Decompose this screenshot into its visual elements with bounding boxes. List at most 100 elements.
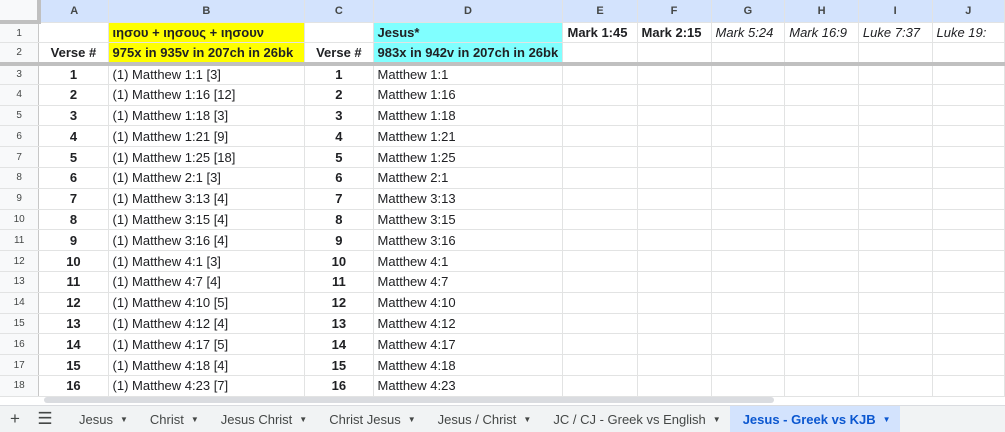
cell-f2[interactable] — [637, 42, 712, 66]
empty-cell[interactable] — [562, 209, 638, 231]
cell-d2-english-count[interactable]: 983x in 942v in 207ch in 26bk — [373, 42, 564, 66]
cell-f1[interactable]: Mark 2:15 — [637, 22, 712, 44]
empty-cell[interactable] — [562, 188, 638, 210]
cell-greek-reference[interactable]: (1) Matthew 1:21 [9] — [108, 125, 306, 148]
empty-cell[interactable] — [784, 209, 859, 231]
plus-icon[interactable]: + — [0, 406, 30, 432]
empty-cell[interactable] — [784, 313, 859, 335]
empty-cell[interactable] — [711, 105, 786, 127]
empty-cell[interactable] — [711, 167, 786, 189]
cell-verse-number[interactable]: 5 — [38, 146, 109, 169]
cell-b1-greek-header[interactable]: ιησου + ιησους + ιησουν — [108, 22, 306, 44]
empty-cell[interactable] — [711, 229, 786, 252]
column-header-f[interactable]: F — [637, 0, 712, 23]
empty-cell[interactable] — [637, 333, 712, 356]
empty-cell[interactable] — [858, 354, 933, 377]
empty-cell[interactable] — [637, 209, 712, 231]
empty-cell[interactable] — [637, 84, 712, 106]
cell-verse-number[interactable]: 1 — [38, 63, 109, 85]
empty-cell[interactable] — [932, 146, 1005, 169]
cell-j1[interactable]: Luke 19: — [932, 22, 1005, 44]
cell-verse-number[interactable]: 14 — [304, 333, 374, 356]
column-header-e[interactable]: E — [562, 0, 638, 23]
empty-cell[interactable] — [711, 354, 786, 377]
empty-cell[interactable] — [858, 167, 933, 189]
empty-cell[interactable] — [637, 292, 712, 314]
cell-greek-reference[interactable]: (1) Matthew 4:17 [5] — [108, 333, 306, 356]
empty-cell[interactable] — [784, 84, 859, 106]
cell-h2[interactable] — [784, 42, 859, 66]
empty-cell[interactable] — [562, 313, 638, 335]
cell-verse-number[interactable]: 6 — [304, 167, 374, 189]
empty-cell[interactable] — [858, 333, 933, 356]
cell-verse-number[interactable]: 2 — [304, 84, 374, 106]
cell-greek-reference[interactable]: (1) Matthew 1:18 [3] — [108, 105, 306, 127]
empty-cell[interactable] — [784, 250, 859, 273]
empty-cell[interactable] — [562, 333, 638, 356]
cell-greek-reference[interactable]: (1) Matthew 1:1 [3] — [108, 63, 306, 85]
row-header[interactable]: 7 — [0, 146, 40, 169]
cell-kjb-reference[interactable]: Matthew 4:7 — [373, 271, 564, 293]
cell-greek-reference[interactable]: (1) Matthew 4:12 [4] — [108, 313, 306, 335]
sheet-tab[interactable]: Jesus ▼ — [66, 406, 137, 432]
sheet-tab[interactable]: Christ Jesus ▼ — [316, 406, 424, 432]
empty-cell[interactable] — [858, 84, 933, 106]
empty-cell[interactable] — [858, 105, 933, 127]
cell-greek-reference[interactable]: (1) Matthew 3:16 [4] — [108, 229, 306, 252]
empty-cell[interactable] — [711, 209, 786, 231]
empty-cell[interactable] — [932, 167, 1005, 189]
empty-cell[interactable] — [637, 188, 712, 210]
cell-verse-number[interactable]: 3 — [38, 105, 109, 127]
empty-cell[interactable] — [562, 125, 638, 148]
row-header[interactable]: 11 — [0, 229, 40, 252]
cell-verse-number[interactable]: 9 — [304, 229, 374, 252]
cell-verse-number[interactable]: 12 — [38, 292, 109, 314]
cell-verse-number[interactable]: 16 — [38, 375, 109, 397]
empty-cell[interactable] — [932, 271, 1005, 293]
cell-kjb-reference[interactable]: Matthew 3:13 — [373, 188, 564, 210]
empty-cell[interactable] — [932, 333, 1005, 356]
empty-cell[interactable] — [562, 375, 638, 397]
cell-verse-number[interactable]: 11 — [304, 271, 374, 293]
caret-down-icon[interactable]: ▼ — [523, 415, 531, 424]
cell-i1[interactable]: Luke 7:37 — [858, 22, 933, 44]
cell-verse-number[interactable]: 10 — [304, 250, 374, 273]
cell-kjb-reference[interactable]: Matthew 4:17 — [373, 333, 564, 356]
select-all-corner[interactable] — [0, 0, 41, 24]
cell-verse-number[interactable]: 13 — [304, 313, 374, 335]
cell-kjb-reference[interactable]: Matthew 4:1 — [373, 250, 564, 273]
empty-cell[interactable] — [562, 250, 638, 273]
empty-cell[interactable] — [637, 229, 712, 252]
empty-cell[interactable] — [932, 84, 1005, 106]
cell-verse-number[interactable]: 2 — [38, 84, 109, 106]
cell-verse-number[interactable]: 8 — [38, 209, 109, 231]
cell-verse-number[interactable]: 5 — [304, 146, 374, 169]
cell-verse-number[interactable]: 7 — [38, 188, 109, 210]
empty-cell[interactable] — [858, 229, 933, 252]
empty-cell[interactable] — [562, 63, 638, 85]
empty-cell[interactable] — [784, 105, 859, 127]
caret-down-icon[interactable]: ▼ — [191, 415, 199, 424]
cell-i2[interactable] — [858, 42, 933, 66]
empty-cell[interactable] — [858, 250, 933, 273]
empty-cell[interactable] — [784, 375, 859, 397]
cell-kjb-reference[interactable]: Matthew 1:1 — [373, 63, 564, 85]
column-header-b[interactable]: B — [108, 0, 306, 23]
empty-cell[interactable] — [784, 125, 859, 148]
empty-cell[interactable] — [562, 354, 638, 377]
empty-cell[interactable] — [711, 63, 786, 85]
empty-cell[interactable] — [932, 105, 1005, 127]
empty-cell[interactable] — [711, 84, 786, 106]
column-header-g[interactable]: G — [711, 0, 786, 23]
empty-cell[interactable] — [784, 229, 859, 252]
empty-cell[interactable] — [784, 167, 859, 189]
cell-verse-number[interactable]: 3 — [304, 105, 374, 127]
empty-cell[interactable] — [784, 292, 859, 314]
row-header[interactable]: 18 — [0, 375, 40, 397]
empty-cell[interactable] — [858, 271, 933, 293]
empty-cell[interactable] — [711, 188, 786, 210]
cell-verse-number[interactable]: 11 — [38, 271, 109, 293]
cell-kjb-reference[interactable]: Matthew 4:18 — [373, 354, 564, 377]
empty-cell[interactable] — [637, 313, 712, 335]
cell-kjb-reference[interactable]: Matthew 4:23 — [373, 375, 564, 397]
